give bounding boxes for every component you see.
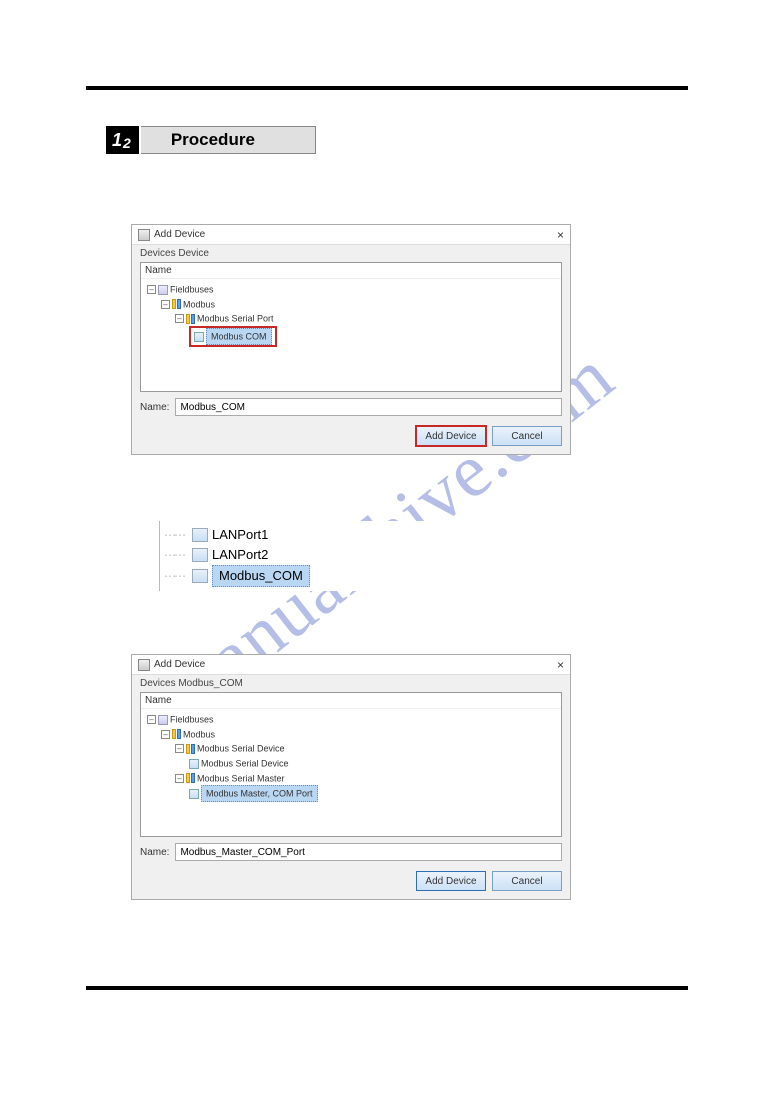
collapse-icon[interactable]: – xyxy=(175,314,184,323)
cancel-button[interactable]: Cancel xyxy=(492,426,562,446)
section-num-minor: 2 xyxy=(123,135,131,151)
bus-icon xyxy=(186,314,190,324)
bus-icon xyxy=(186,773,190,783)
bus-icon xyxy=(191,744,195,754)
bus-icon xyxy=(186,744,190,754)
bus-icon xyxy=(172,729,176,739)
dialog-titlebar: Add Device × xyxy=(132,225,570,245)
tree-node-serial-device-group[interactable]: –Modbus Serial Device xyxy=(147,741,561,756)
device-icon xyxy=(194,332,204,342)
port-icon xyxy=(192,548,208,562)
dialog-titlebar: Add Device × xyxy=(132,655,570,675)
close-icon[interactable]: × xyxy=(557,228,564,242)
bus-icon xyxy=(172,299,176,309)
cancel-button[interactable]: Cancel xyxy=(492,871,562,891)
folder-icon xyxy=(158,285,168,295)
tree-node-modbus-com-selected[interactable]: Modbus COM xyxy=(147,326,561,347)
collapse-icon[interactable]: – xyxy=(147,285,156,294)
tree-header: Name xyxy=(141,693,561,709)
section-title: Procedure xyxy=(141,126,316,154)
tree-header: Name xyxy=(141,263,561,279)
section-num-major: 1 xyxy=(112,130,122,151)
name-label: Name: xyxy=(140,847,169,858)
tree-node-modbus[interactable]: –Modbus xyxy=(147,297,561,312)
device-name-input[interactable] xyxy=(175,843,562,861)
bus-icon xyxy=(191,773,195,783)
tree-item-lanport1[interactable]: ⋯⋯LANPort1 xyxy=(164,525,468,545)
bus-icon xyxy=(177,299,181,309)
dialog-title: Add Device xyxy=(154,229,557,240)
collapse-icon[interactable]: – xyxy=(175,744,184,753)
device-tree[interactable]: Name –Fieldbuses –Modbus –Modbus Serial … xyxy=(140,692,562,837)
device-icon xyxy=(189,759,199,769)
page-frame: manualshive.com 12 Procedure Add Device … xyxy=(86,66,688,1006)
port-icon xyxy=(192,528,208,542)
section-number: 12 xyxy=(106,126,139,154)
add-device-dialog-1: Add Device × Devices Device Name –Fieldb… xyxy=(131,224,571,455)
tree-item-modbus-com[interactable]: ⋯⋯Modbus_COM xyxy=(164,565,468,587)
name-label: Name: xyxy=(140,402,169,413)
folder-icon xyxy=(158,715,168,725)
collapse-icon[interactable]: – xyxy=(161,730,170,739)
add-device-button[interactable]: Add Device xyxy=(416,871,486,891)
dialog-breadcrumb: Devices Modbus_COM xyxy=(132,675,570,692)
project-tree-snippet: ⋯⋯LANPort1 ⋯⋯LANPort2 ⋯⋯Modbus_COM xyxy=(156,521,476,591)
tree-node-serial-device[interactable]: Modbus Serial Device xyxy=(147,756,561,771)
device-name-input[interactable] xyxy=(175,398,562,416)
device-tree[interactable]: Name –Fieldbuses –Modbus –Modbus Serial … xyxy=(140,262,562,392)
section-header: 12 Procedure xyxy=(106,126,316,154)
tree-node-fieldbuses[interactable]: –Fieldbuses xyxy=(147,712,561,727)
port-icon xyxy=(192,569,208,583)
tree-item-lanport2[interactable]: ⋯⋯LANPort2 xyxy=(164,545,468,565)
collapse-icon[interactable]: – xyxy=(147,715,156,724)
window-icon xyxy=(138,229,150,241)
bottom-rule xyxy=(86,986,688,990)
tree-node-serialport[interactable]: –Modbus Serial Port xyxy=(147,311,561,326)
bus-icon xyxy=(191,314,195,324)
dialog-title: Add Device xyxy=(154,659,557,670)
top-rule xyxy=(86,86,688,90)
window-icon xyxy=(138,659,150,671)
tree-node-modbus[interactable]: –Modbus xyxy=(147,727,561,742)
collapse-icon[interactable]: – xyxy=(161,300,170,309)
bus-icon xyxy=(177,729,181,739)
collapse-icon[interactable]: – xyxy=(175,774,184,783)
add-device-dialog-2: Add Device × Devices Modbus_COM Name –Fi… xyxy=(131,654,571,900)
close-icon[interactable]: × xyxy=(557,658,564,672)
device-icon xyxy=(189,789,199,799)
add-device-button[interactable]: Add Device xyxy=(416,426,486,446)
tree-node-serial-master-group[interactable]: –Modbus Serial Master xyxy=(147,771,561,786)
tree-node-master-comport-selected[interactable]: Modbus Master, COM Port xyxy=(147,785,561,802)
dialog-breadcrumb: Devices Device xyxy=(132,245,570,262)
tree-node-fieldbuses[interactable]: –Fieldbuses xyxy=(147,282,561,297)
